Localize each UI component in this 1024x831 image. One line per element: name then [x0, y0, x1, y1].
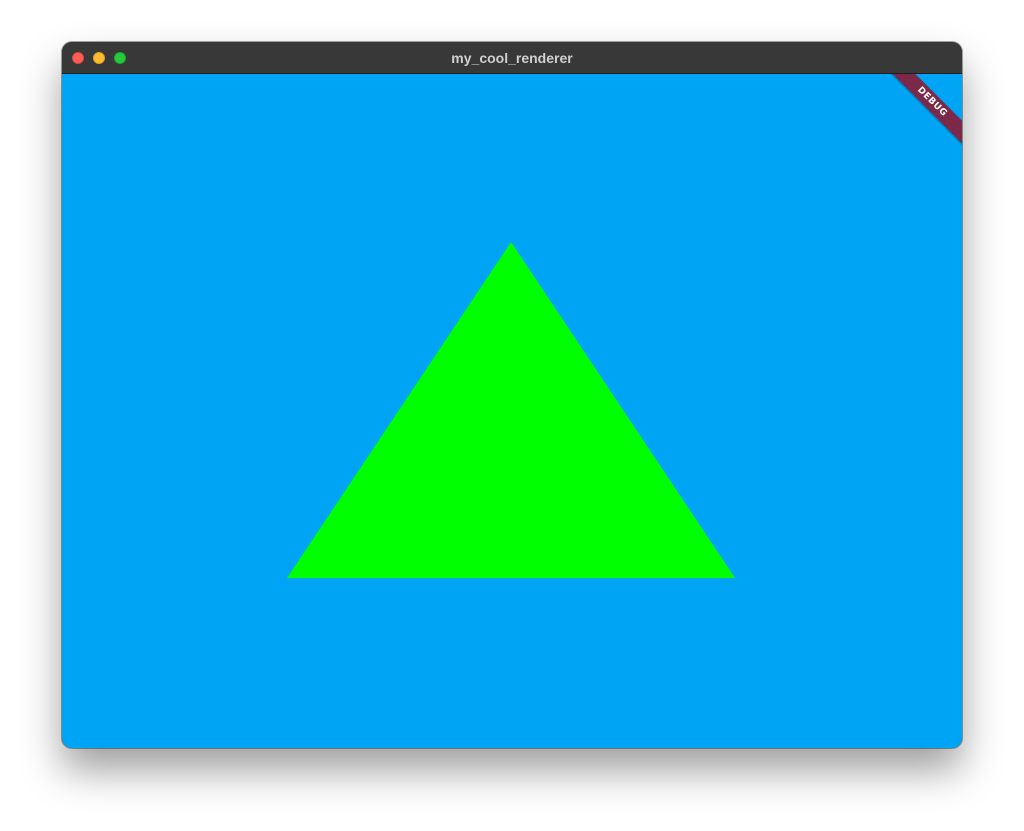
title-bar[interactable]: my_cool_renderer: [62, 42, 962, 74]
render-canvas[interactable]: DEBUG: [62, 74, 962, 748]
render-surface: [62, 74, 962, 748]
window-title: my_cool_renderer: [451, 50, 573, 66]
app-window: my_cool_renderer DEBUG: [62, 42, 962, 748]
